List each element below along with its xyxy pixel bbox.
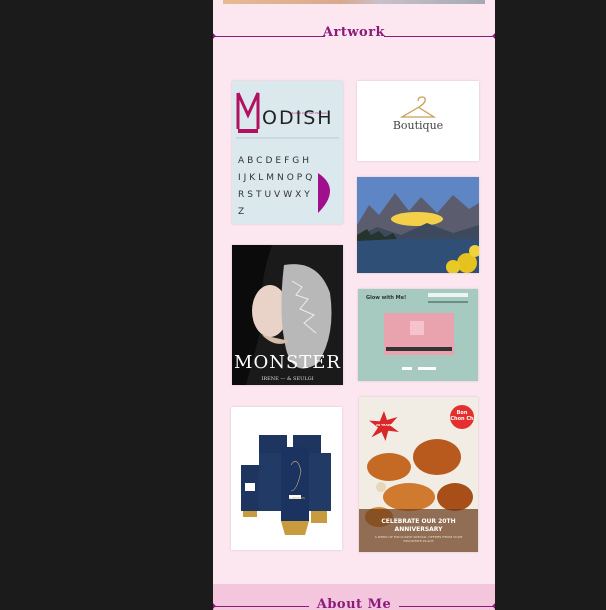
artwork-tile-landscape[interactable]	[357, 177, 479, 273]
packaging-label: LUMINOUS	[289, 496, 305, 500]
monster-subtitle: IRENE — & SEULGI	[261, 376, 314, 382]
section-title-artwork: Artwork	[322, 25, 386, 40]
anniversary-burst-text: 20 YEARS	[375, 423, 393, 427]
portfolio-page: Artwork ODISH Modish by Thao Ha Sun ABCD…	[213, 0, 495, 610]
artwork-tile-glow[interactable]: Glow with Me!	[358, 289, 478, 381]
artwork-tile-modish[interactable]: ODISH Modish by Thao Ha Sun ABCDEFGHIJKL…	[232, 81, 343, 224]
glow-website-mockup	[358, 289, 478, 381]
modish-subtitle: Modish by Thao Ha Sun	[290, 111, 327, 115]
brand-badge: Bon Chon Ch	[450, 405, 474, 429]
heading-rule-right	[384, 36, 495, 37]
landscape-illustration	[357, 177, 479, 273]
section-title-about: About Me	[316, 597, 392, 610]
monster-title: MONSTER	[234, 352, 341, 373]
artwork-tile-monster[interactable]: MONSTER IRENE — & SEULGI	[232, 245, 343, 385]
previous-section-image-strip	[223, 0, 485, 4]
artwork-tile-fried-chicken[interactable]: 20 YEARS Bon Chon Ch CELEBRATE OUR 20TH …	[359, 397, 478, 552]
packaging-dieline	[241, 435, 331, 535]
modish-alphabet: ABCDEFGHIJKLMNOPQRSTUVWXYZ	[238, 156, 316, 217]
artwork-tile-boutique[interactable]: Boutique	[357, 81, 479, 161]
boutique-brand: Boutique	[392, 119, 444, 132]
glow-title: Glow with Me!	[366, 295, 407, 301]
fried-headline: CELEBRATE OUR 20TH ANNIVERSARY	[381, 518, 456, 533]
about-rule-right	[399, 606, 495, 607]
fried-subtext: A WEEK OF EXCLUSIVE SPECIAL OFFERS FROM …	[374, 535, 463, 543]
artwork-tile-packaging[interactable]: LUMINOUS	[231, 407, 342, 550]
